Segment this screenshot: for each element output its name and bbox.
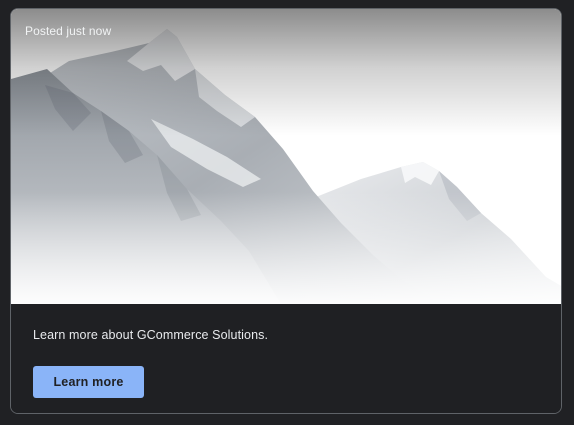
card-content: Learn more about GCommerce Solutions. Le… (11, 304, 561, 413)
card-description: Learn more about GCommerce Solutions. (33, 328, 269, 342)
card-media: Posted just now (11, 9, 561, 304)
learn-more-button[interactable]: Learn more (33, 366, 144, 398)
content-card: Posted just now Learn more about GCommer… (10, 8, 562, 414)
post-timestamp: Posted just now (25, 24, 112, 38)
mountain-image (11, 9, 561, 304)
